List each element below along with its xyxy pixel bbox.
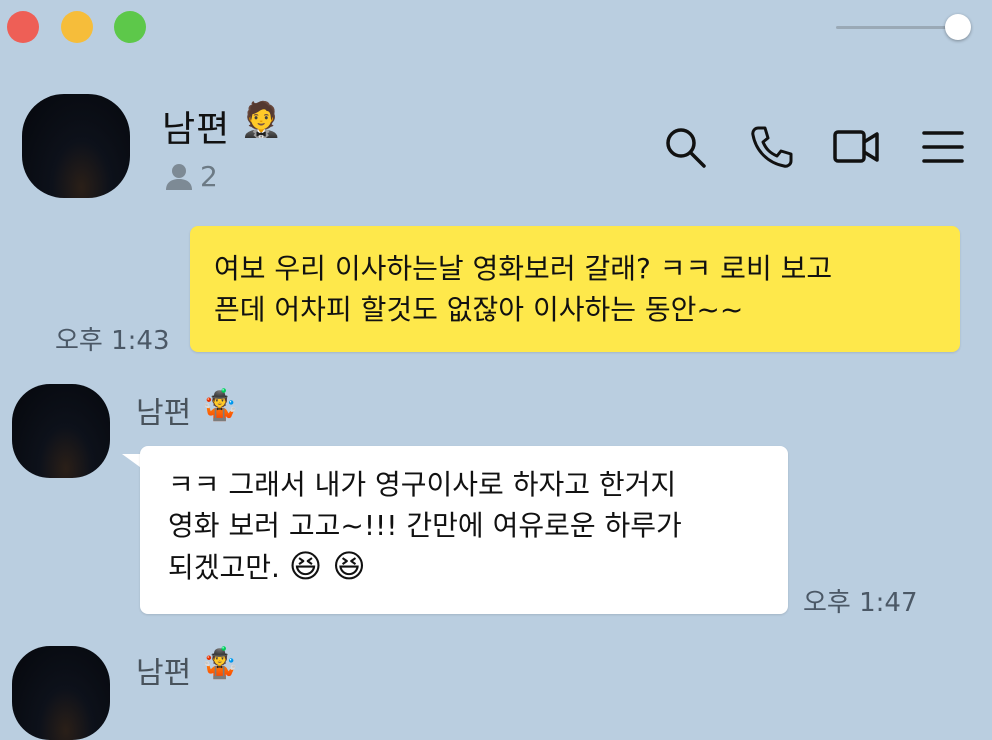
search-icon[interactable]	[662, 124, 708, 170]
grinning-squint-emoji: 😆 😆	[288, 547, 366, 585]
opacity-slider[interactable]	[836, 26, 960, 29]
opacity-slider-knob[interactable]	[945, 14, 971, 40]
person-icon	[166, 164, 192, 190]
phone-icon[interactable]	[748, 124, 794, 170]
minimize-window-button[interactable]	[61, 11, 93, 43]
title-emoji: 🤵	[240, 100, 283, 140]
chat-title: 남편	[162, 109, 231, 150]
menu-icon[interactable]	[920, 124, 966, 170]
message-time: 오후 1:43	[55, 326, 170, 356]
video-call-icon[interactable]	[833, 124, 879, 170]
close-window-button[interactable]	[7, 11, 39, 43]
sender-emoji: 🤹	[201, 646, 239, 681]
sender-avatar[interactable]	[12, 646, 110, 740]
sender-name: 남편	[136, 656, 192, 691]
message-time: 오후 1:47	[803, 588, 918, 618]
chat-avatar[interactable]	[22, 94, 130, 198]
message-text: ㅋㅋ 그래서 내가 영구이사로 하자고 한거지 영화 보러 고고~!!! 간만에…	[168, 468, 682, 584]
sender-avatar[interactable]	[12, 384, 110, 478]
sender-name: 남편	[136, 396, 192, 431]
my-message-bubble[interactable]: 여보 우리 이사하는날 영화보러 갈래? ㅋㅋ 로비 보고 픈데 어차피 할것도…	[190, 226, 960, 352]
sender-emoji: 🤹	[201, 388, 239, 423]
zoom-window-button[interactable]	[114, 11, 146, 43]
member-count[interactable]: 2	[200, 160, 218, 193]
their-message-bubble[interactable]: ㅋㅋ 그래서 내가 영구이사로 하자고 한거지 영화 보러 고고~!!! 간만에…	[140, 446, 788, 614]
